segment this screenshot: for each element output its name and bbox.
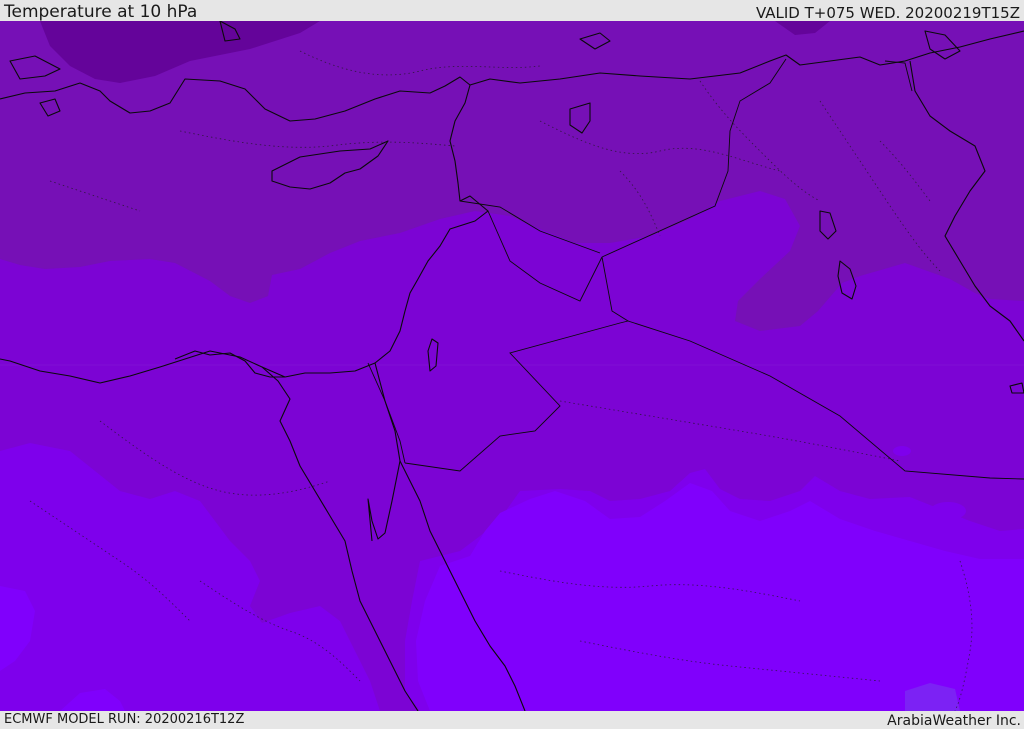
temperature-patch-dot xyxy=(893,446,911,456)
temperature-patch-small xyxy=(930,502,966,520)
valid-time-label: VALID T+075 WED. 20200219T15Z xyxy=(755,4,1020,22)
temperature-map[interactable] xyxy=(0,21,1024,711)
credit-label: ArabiaWeather Inc. xyxy=(887,713,1021,729)
map-title: Temperature at 10 hPa xyxy=(4,2,198,22)
map-frame: Temperature at 10 hPa VALID T+075 WED. 2… xyxy=(0,0,1024,729)
model-run-label: ECMWF MODEL RUN: 20200216T12Z xyxy=(4,712,245,727)
